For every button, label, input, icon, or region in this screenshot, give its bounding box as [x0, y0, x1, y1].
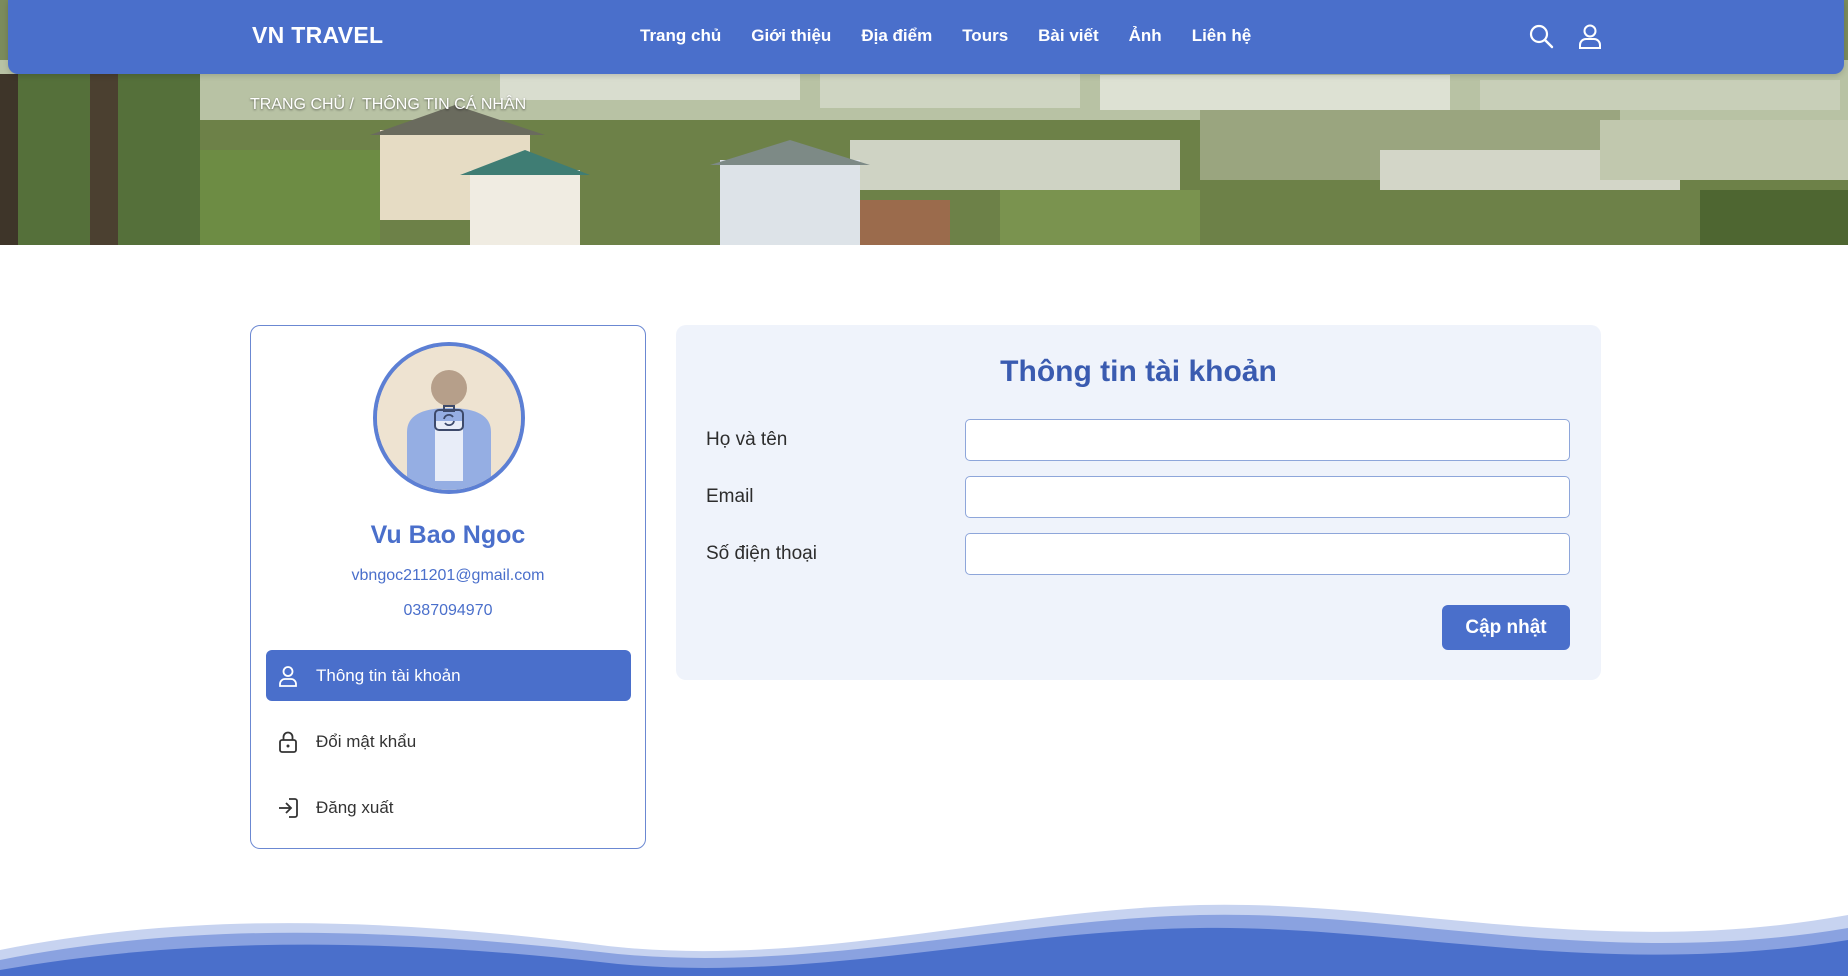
fullname-label: Họ và tên	[706, 429, 788, 450]
profile-phone: 0387094970	[403, 602, 493, 619]
nav-home[interactable]: Trang chủ	[640, 26, 721, 46]
phone-field[interactable]	[965, 533, 1570, 575]
form-row-email: Email	[706, 476, 1570, 518]
profile-email: vbngoc211201@gmail.com	[351, 567, 545, 584]
user-icon	[276, 664, 300, 688]
account-info-form: Thông tin tài khoản Họ và tên Email Số đ…	[676, 325, 1601, 680]
sidebar-item-account-info[interactable]: Thông tin tài khoản	[266, 650, 631, 701]
user-icon[interactable]	[1577, 23, 1603, 49]
form-row-phone: Số điện thoại	[706, 533, 1570, 575]
fullname-field[interactable]	[965, 419, 1570, 461]
nav-about[interactable]: Giới thiệu	[751, 26, 831, 46]
footer-wave	[0, 904, 1848, 976]
nav-tours[interactable]: Tours	[962, 26, 1008, 46]
sidebar-item-label: Đăng xuất	[316, 797, 394, 817]
lock-icon	[276, 730, 300, 754]
brand-logo[interactable]: VN TRAVEL	[252, 22, 383, 49]
nav-posts[interactable]: Bài viết	[1038, 26, 1098, 46]
nav-destinations[interactable]: Địa điểm	[861, 26, 932, 46]
sidebar-item-logout[interactable]: Đăng xuất	[266, 782, 631, 833]
main-nav: Trang chủ Giới thiệu Địa điểm Tours Bài …	[640, 26, 1281, 46]
form-title: Thông tin tài khoản	[1000, 355, 1277, 388]
breadcrumb-home[interactable]: TRANG CHỦ /	[250, 96, 354, 114]
sidebar-item-change-password[interactable]: Đổi mật khẩu	[266, 716, 631, 767]
profile-sidebar: Vu Bao Ngoc vbngoc211201@gmail.com 03870…	[250, 325, 646, 849]
sidebar-item-label: Thông tin tài khoản	[316, 665, 461, 685]
update-button[interactable]: Cập nhật	[1442, 605, 1570, 650]
breadcrumb: TRANG CHỦ / THÔNG TIN CÁ NHÂN	[250, 96, 526, 114]
email-label: Email	[706, 486, 754, 507]
form-row-fullname: Họ và tên	[706, 419, 1570, 461]
breadcrumb-current: THÔNG TIN CÁ NHÂN	[362, 96, 527, 113]
profile-name: Vu Bao Ngoc	[370, 521, 526, 549]
sidebar-item-label: Đổi mật khẩu	[316, 731, 417, 751]
search-icon[interactable]	[1528, 23, 1554, 49]
avatar[interactable]	[373, 342, 525, 494]
camera-switch-icon[interactable]	[433, 404, 465, 432]
nav-photos[interactable]: Ảnh	[1129, 26, 1162, 46]
nav-contact[interactable]: Liên hệ	[1192, 26, 1252, 46]
phone-label: Số điện thoại	[706, 543, 817, 564]
top-navbar: VN TRAVEL Trang chủ Giới thiệu Địa điểm …	[8, 0, 1844, 74]
logout-icon	[276, 796, 300, 820]
email-field[interactable]	[965, 476, 1570, 518]
